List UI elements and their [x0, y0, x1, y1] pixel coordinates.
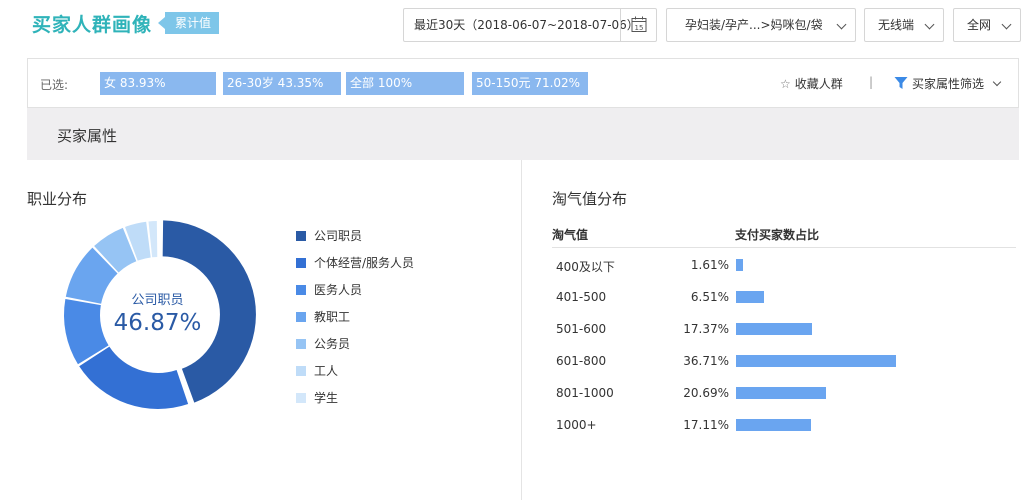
- taoqi-row: 401-500 6.51%: [552, 288, 1016, 308]
- chevron-down-icon: [924, 19, 935, 30]
- chevron-down-icon: [1001, 19, 1012, 30]
- taoqi-pct: 1.61%: [690, 258, 729, 272]
- category-select[interactable]: 孕妇装/孕产...>妈咪包/袋: [666, 8, 856, 42]
- legend-swatch: [296, 285, 306, 295]
- date-range-text: 最近30天（2018-06-07~2018-07-06）: [414, 18, 639, 32]
- legend-swatch: [296, 258, 306, 268]
- selected-label: 已选:: [40, 78, 69, 92]
- favorite-crowd-label: 收藏人群: [794, 77, 843, 91]
- star-icon: ☆: [780, 77, 791, 91]
- filter-chip-gender[interactable]: 女 83.93%: [100, 72, 216, 95]
- occupation-legend: 公司职员 个体经营/服务人员 医务人员 教职工 公务员 工人 学生: [296, 228, 414, 417]
- filter-chip-age[interactable]: 26-30岁 43.35%: [223, 72, 341, 95]
- chevron-down-icon: [992, 77, 1002, 87]
- date-range-picker[interactable]: 最近30天（2018-06-07~2018-07-06） 15: [403, 8, 657, 42]
- legend-item[interactable]: 公司职员: [296, 228, 414, 255]
- header: 买家人群画像 累计值 最近30天（2018-06-07~2018-07-06） …: [0, 0, 1035, 50]
- taoqi-range: 601-800: [556, 354, 607, 368]
- separator: |: [869, 75, 874, 89]
- panel-divider: [521, 160, 522, 500]
- taoqi-range: 401-500: [556, 290, 607, 304]
- chevron-down-icon: [836, 19, 847, 30]
- taoqi-row: 601-800 36.71%: [552, 352, 1016, 372]
- buyer-attr-filter-label: 买家属性筛选: [912, 77, 985, 91]
- taoqi-range: 801-1000: [556, 386, 614, 400]
- taoqi-pct: 17.11%: [683, 418, 729, 432]
- favorite-crowd-button[interactable]: ☆ 收藏人群: [780, 75, 843, 92]
- taoqi-row: 801-1000 20.69%: [552, 384, 1016, 404]
- taoqi-pct: 36.71%: [683, 354, 729, 368]
- device-select[interactable]: 无线端: [864, 8, 944, 42]
- legend-item[interactable]: 医务人员: [296, 282, 414, 309]
- legend-item[interactable]: 学生: [296, 390, 414, 417]
- funnel-icon: [894, 77, 908, 89]
- donut-slice-2[interactable]: [79, 346, 189, 409]
- legend-item[interactable]: 公务员: [296, 336, 414, 363]
- calendar-day: 15: [635, 24, 644, 32]
- legend-label: 医务人员: [314, 283, 363, 297]
- calendar-icon: 15: [631, 16, 647, 32]
- legend-item[interactable]: 工人: [296, 363, 414, 390]
- taoqi-range: 1000+: [556, 418, 597, 432]
- taoqi-row: 501-600 17.37%: [552, 320, 1016, 340]
- col-header-pct: 支付买家数占比: [735, 228, 820, 242]
- device-select-value: 无线端: [878, 18, 915, 32]
- taoqi-row: 1000+ 17.11%: [552, 416, 1016, 436]
- section-header: 买家属性: [27, 108, 1019, 160]
- legend-label: 公司职员: [314, 229, 363, 243]
- legend-swatch: [296, 312, 306, 322]
- donut-center-value: 46.87%: [113, 310, 202, 336]
- taoqi-pct: 17.37%: [683, 322, 729, 336]
- taoqi-row: 400及以下 1.61%: [552, 256, 1016, 276]
- legend-label: 教职工: [314, 310, 351, 324]
- legend-swatch: [296, 339, 306, 349]
- occupation-title: 职业分布: [27, 190, 88, 208]
- donut-center-label: 公司职员: [131, 293, 184, 308]
- taoqi-title: 淘气值分布: [552, 190, 628, 208]
- taoqi-range: 501-600: [556, 322, 607, 336]
- filter-chip-all[interactable]: 全部 100%: [346, 72, 464, 95]
- taoqi-pct: 6.51%: [690, 290, 729, 304]
- taoqi-bar: [736, 259, 743, 271]
- network-select-value: 全网: [967, 18, 992, 32]
- col-header-range: 淘气值: [552, 228, 589, 242]
- selected-filters-bar: 已选: 女 83.93% 26-30岁 43.35% 全部 100% 50-15…: [27, 58, 1019, 108]
- legend-label: 学生: [314, 391, 339, 405]
- legend-label: 公务员: [314, 337, 351, 351]
- taoqi-range: 400及以下: [556, 260, 615, 274]
- cumulative-badge: 累计值: [157, 12, 220, 34]
- buyer-attr-filter-button[interactable]: 买家属性筛选: [894, 75, 1002, 92]
- category-select-value: 孕妇装/孕产...>妈咪包/袋: [685, 18, 823, 32]
- taoqi-table-header: 淘气值 支付买家数占比: [552, 223, 1016, 248]
- taoqi-bar: [736, 419, 811, 431]
- legend-item[interactable]: 教职工: [296, 309, 414, 336]
- legend-label: 个体经营/服务人员: [314, 256, 415, 270]
- legend-swatch: [296, 231, 306, 241]
- legend-item[interactable]: 个体经营/服务人员: [296, 255, 414, 282]
- taoqi-pct: 20.69%: [683, 386, 729, 400]
- filter-chip-price[interactable]: 50-150元 71.02%: [472, 72, 588, 95]
- taoqi-bar: [736, 291, 764, 303]
- section-title: 买家属性: [57, 127, 118, 145]
- legend-swatch: [296, 393, 306, 403]
- taoqi-bar: [736, 387, 826, 399]
- network-select[interactable]: 全网: [953, 8, 1021, 42]
- calendar-button[interactable]: 15: [620, 9, 656, 41]
- taoqi-bar: [736, 323, 812, 335]
- taoqi-bar: [736, 355, 896, 367]
- legend-swatch: [296, 366, 306, 376]
- page-title: 买家人群画像: [32, 14, 153, 36]
- legend-label: 工人: [314, 364, 339, 378]
